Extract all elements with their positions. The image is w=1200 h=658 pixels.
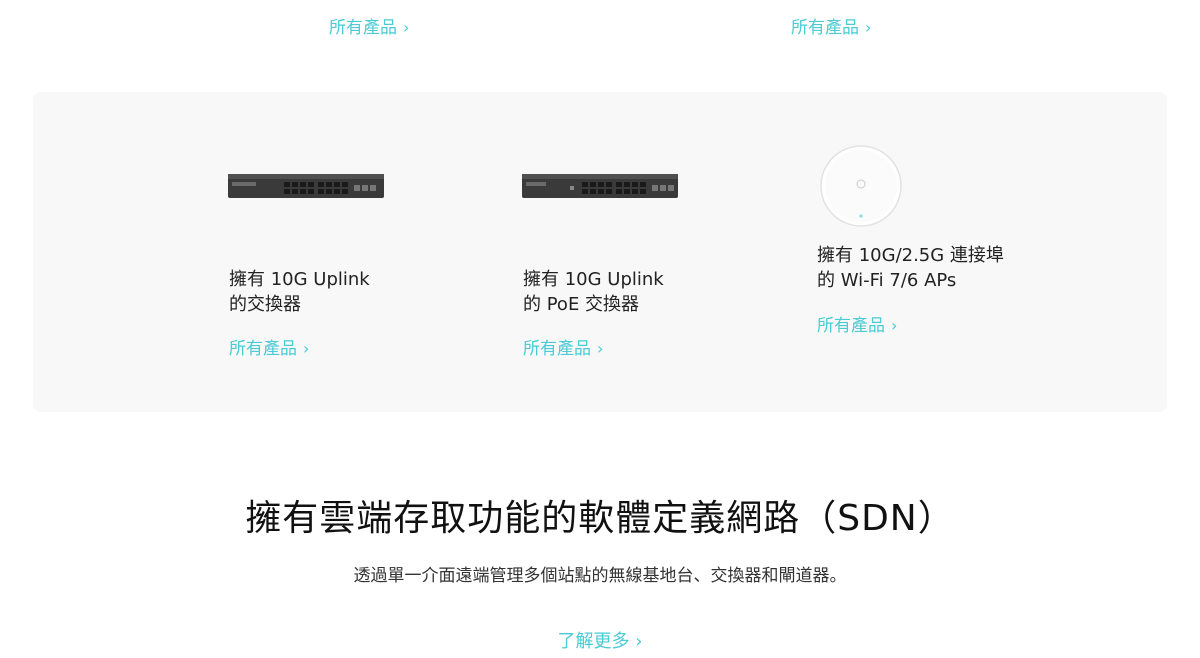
- card-title-access-point: 擁有 10G/2.5G 連接埠 的 Wi-Fi 7/6 APs: [817, 243, 1037, 293]
- sdn-heading: 擁有雲端存取功能的軟體定義網路（SDN）: [245, 498, 955, 539]
- all-products-link-switch[interactable]: 所有產品 ›: [229, 339, 309, 359]
- all-products-link-poe-switch[interactable]: 所有產品 ›: [523, 339, 603, 359]
- card-title-line: 擁有 10G/2.5G 連接埠: [817, 245, 1004, 266]
- link-label: 所有產品: [229, 339, 297, 359]
- all-products-link-right[interactable]: 所有產品 ›: [791, 18, 871, 38]
- card-title-switch: 擁有 10G Uplink 的交換器: [229, 267, 429, 317]
- chevron-right-icon: ›: [635, 631, 643, 652]
- link-label: 了解更多: [557, 631, 630, 652]
- chevron-right-icon: ›: [865, 18, 872, 37]
- link-label: 所有產品: [329, 18, 397, 38]
- link-label: 所有產品: [817, 316, 885, 336]
- chevron-right-icon: ›: [403, 18, 410, 37]
- poe-switch-image[interactable]: [522, 172, 678, 200]
- card-title-line: 擁有 10G Uplink: [229, 269, 370, 290]
- card-title-line: 的 Wi-Fi 7/6 APs: [817, 270, 957, 291]
- link-label: 所有產品: [791, 18, 859, 38]
- ceiling-ap-image[interactable]: [819, 144, 903, 228]
- all-products-link-left[interactable]: 所有產品 ›: [329, 18, 409, 38]
- chevron-right-icon: ›: [303, 339, 310, 358]
- card-title-line: 的 PoE 交換器: [523, 294, 640, 315]
- chevron-right-icon: ›: [597, 339, 604, 358]
- sdn-description: 透過單一介面遠端管理多個站點的無線基地台、交換器和閘道器。: [353, 566, 847, 586]
- all-products-link-access-point[interactable]: 所有產品 ›: [817, 316, 897, 336]
- link-label: 所有產品: [523, 339, 591, 359]
- chevron-right-icon: ›: [891, 316, 898, 335]
- learn-more-link[interactable]: 了解更多 ›: [558, 631, 643, 652]
- card-title-poe-switch: 擁有 10G Uplink 的 PoE 交換器: [523, 267, 723, 317]
- learn-more-container: 了解更多 ›: [0, 631, 1200, 653]
- card-title-line: 擁有 10G Uplink: [523, 269, 664, 290]
- card-title-line: 的交換器: [229, 294, 301, 315]
- rack-switch-image[interactable]: [228, 172, 384, 200]
